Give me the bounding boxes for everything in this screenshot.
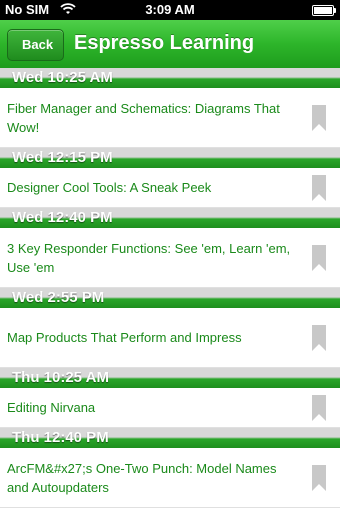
section-header-label: Wed 12:40 PM (12, 209, 113, 226)
page-title: Espresso Learning (74, 32, 255, 54)
list-item-title: Editing Nirvana (7, 400, 96, 415)
back-button[interactable]: Back (7, 29, 65, 61)
list-item-title: Fiber Manager and Schematics: Diagrams T… (7, 101, 280, 135)
bookmark-icon[interactable] (312, 175, 326, 201)
section-header: Wed 12:40 PM (0, 208, 340, 228)
section-header: Wed 2:55 PM (0, 288, 340, 308)
list-item-title: ArcFM&#x27;s One-Two Punch: Model Names … (7, 461, 277, 495)
list-item-title: Map Products That Perform and Impress (7, 330, 242, 345)
list-item[interactable]: 3 Key Responder Functions: See 'em, Lear… (0, 228, 340, 288)
list-item-title: Designer Cool Tools: A Sneak Peek (7, 180, 212, 195)
section-header-label: Thu 10:25 AM (12, 369, 109, 386)
section-header-label: Wed 12:15 PM (12, 149, 113, 166)
list-item[interactable]: Fiber Manager and Schematics: Diagrams T… (0, 88, 340, 148)
battery-icon (312, 5, 336, 16)
bookmark-icon[interactable] (312, 325, 326, 351)
list-item[interactable]: Editing Nirvana (0, 388, 340, 428)
bookmark-icon[interactable] (312, 465, 326, 491)
bookmark-icon[interactable] (312, 395, 326, 421)
section-header: Thu 10:25 AM (0, 368, 340, 388)
section-header-label: Wed 10:25 AM (12, 69, 113, 86)
navigation-bar: Back Espresso Learning (0, 20, 340, 69)
clock: 3:09 AM (145, 2, 195, 17)
bookmark-icon[interactable] (312, 245, 326, 271)
list-item[interactable]: Map Products That Perform and Impress (0, 308, 340, 368)
section-header: Thu 12:40 PM (0, 428, 340, 448)
section-header: Wed 10:25 AM (0, 68, 340, 88)
list-item[interactable]: Designer Cool Tools: A Sneak Peek (0, 168, 340, 208)
list-item[interactable]: ArcFM&#x27;s One-Two Punch: Model Names … (0, 448, 340, 508)
section-header-label: Wed 2:55 PM (12, 289, 105, 306)
status-bar: No SIM 3:09 AM (0, 0, 340, 20)
list-item-title: 3 Key Responder Functions: See 'em, Lear… (7, 241, 291, 275)
bookmark-icon[interactable] (312, 105, 326, 131)
section-header-label: Thu 12:40 PM (12, 429, 109, 446)
section-header: Wed 12:15 PM (0, 148, 340, 168)
session-list: Wed 10:25 AM Fiber Manager and Schematic… (0, 68, 340, 508)
back-button-label: Back (22, 37, 54, 52)
